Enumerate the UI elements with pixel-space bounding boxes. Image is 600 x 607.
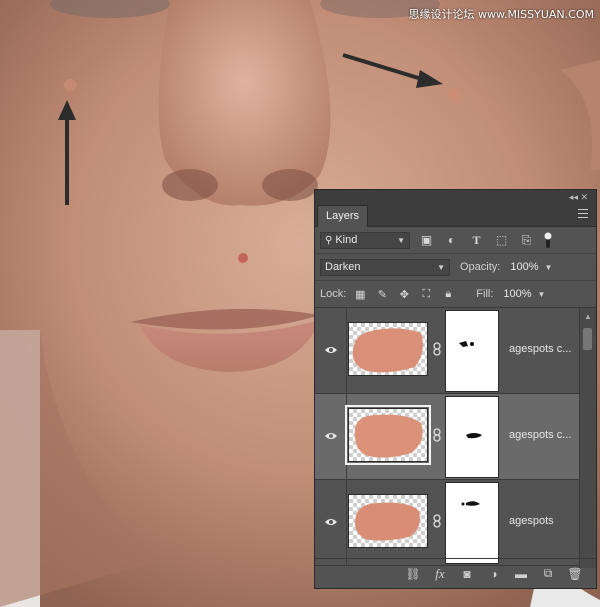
watermark: 思缘设计论坛 www.MISSYUAN.COM <box>408 8 594 21</box>
lock-row: Lock: ▦ ✎ ✥ ⛶ 🔒︎ Fill: 100% ▼ <box>315 281 596 308</box>
lock-all-icon[interactable]: 🔒︎ <box>440 286 456 302</box>
group-folder-icon[interactable]: ▬ <box>512 565 530 583</box>
kind-filter-label: Kind <box>335 234 358 246</box>
scroll-thumb[interactable] <box>583 328 592 350</box>
visibility-eye-icon[interactable] <box>324 345 338 355</box>
blend-mode-select[interactable]: Darken ▼ <box>320 258 450 276</box>
fill-input[interactable]: 100% ▼ <box>498 286 550 303</box>
smart-object-filter-icon[interactable]: ⎘ <box>518 232 535 249</box>
mask-icon[interactable]: ◙ <box>458 565 476 583</box>
image-filter-icon[interactable]: ▣ <box>418 232 435 249</box>
trash-icon[interactable]: 🗑︎ <box>566 565 584 583</box>
fx-icon[interactable]: fx <box>431 565 449 583</box>
adjustment-icon[interactable]: ◑ <box>485 565 503 583</box>
new-layer-icon[interactable]: ⧉ <box>539 565 557 583</box>
lock-label: Lock: <box>320 288 347 300</box>
layer-mask-thumbnail <box>445 396 499 478</box>
layer-name: agespots c... <box>509 343 572 355</box>
layer-mask-thumbnail <box>445 482 499 564</box>
layer-mask-thumbnail <box>445 310 499 392</box>
layers-panel: ◂◂ ✕ Layers ⚲ Kind ▼ ▣ ◐ T ⬚ ⎘ Darken ▼ … <box>314 189 597 589</box>
opacity-value: 100% <box>510 261 539 273</box>
opacity-input[interactable]: 100% ▼ <box>505 259 557 276</box>
panel-tabbar: Layers <box>315 204 596 227</box>
chevron-down-icon: ▼ <box>437 262 445 272</box>
layer-name: agespots <box>509 515 554 527</box>
fill-value: 100% <box>503 288 532 300</box>
layer-thumbnail <box>348 322 428 376</box>
filter-toggle-icon[interactable] <box>539 232 556 249</box>
chain-link-icon[interactable] <box>433 342 441 356</box>
panel-collapse-handle[interactable]: ◂◂ ✕ <box>315 190 596 204</box>
blend-row: Darken ▼ Opacity: 100% ▼ <box>315 254 596 281</box>
layer-name: agespots c... <box>509 429 572 441</box>
layer-row[interactable]: agespots c... <box>315 308 581 394</box>
opacity-label: Opacity: <box>460 261 501 273</box>
scroll-up-icon[interactable]: ▲ <box>584 312 592 321</box>
layer-thumbnail <box>348 494 428 548</box>
chevron-down-icon: ▼ <box>537 289 546 299</box>
search-icon: ⚲ <box>325 234 333 246</box>
blend-mode-value: Darken <box>325 261 361 273</box>
visibility-eye-icon[interactable] <box>324 517 338 527</box>
type-filter-icon[interactable]: T <box>468 232 485 249</box>
chain-link-icon[interactable] <box>433 428 441 442</box>
layer-row-selected[interactable]: agespots c... <box>315 394 581 480</box>
lock-pixels-icon[interactable]: ▦ <box>352 286 368 302</box>
link-icon[interactable]: ⛓ <box>404 565 422 583</box>
tab-layers[interactable]: Layers <box>317 205 369 227</box>
layer-thumbnail <box>345 405 431 465</box>
fill-label: Fill: <box>476 288 494 300</box>
lock-artboard-icon[interactable]: ⛶ <box>418 286 434 302</box>
chain-link-icon[interactable] <box>433 514 441 528</box>
layers-list: agespots c... agespots c... agespots ▲ <box>315 308 596 568</box>
filter-row: ⚲ Kind ▼ ▣ ◐ T ⬚ ⎘ <box>315 227 596 254</box>
lock-image-icon[interactable]: ✎ <box>374 286 390 302</box>
layers-footer: ⛓ fx ◙ ◑ ▬ ⧉ 🗑︎ <box>315 558 596 588</box>
lock-position-icon[interactable]: ✥ <box>396 286 412 302</box>
shape-filter-icon[interactable]: ⬚ <box>493 232 510 249</box>
visibility-eye-icon[interactable] <box>324 431 338 441</box>
adjustment-filter-icon[interactable]: ◐ <box>443 232 460 249</box>
chevron-down-icon: ▼ <box>397 235 405 245</box>
kind-filter-select[interactable]: ⚲ Kind ▼ <box>320 231 410 249</box>
chevron-down-icon: ▼ <box>544 262 553 272</box>
panel-menu-icon[interactable] <box>578 209 588 219</box>
layers-scrollbar[interactable]: ▲ <box>579 308 596 568</box>
layer-row[interactable]: agespots <box>315 480 581 566</box>
